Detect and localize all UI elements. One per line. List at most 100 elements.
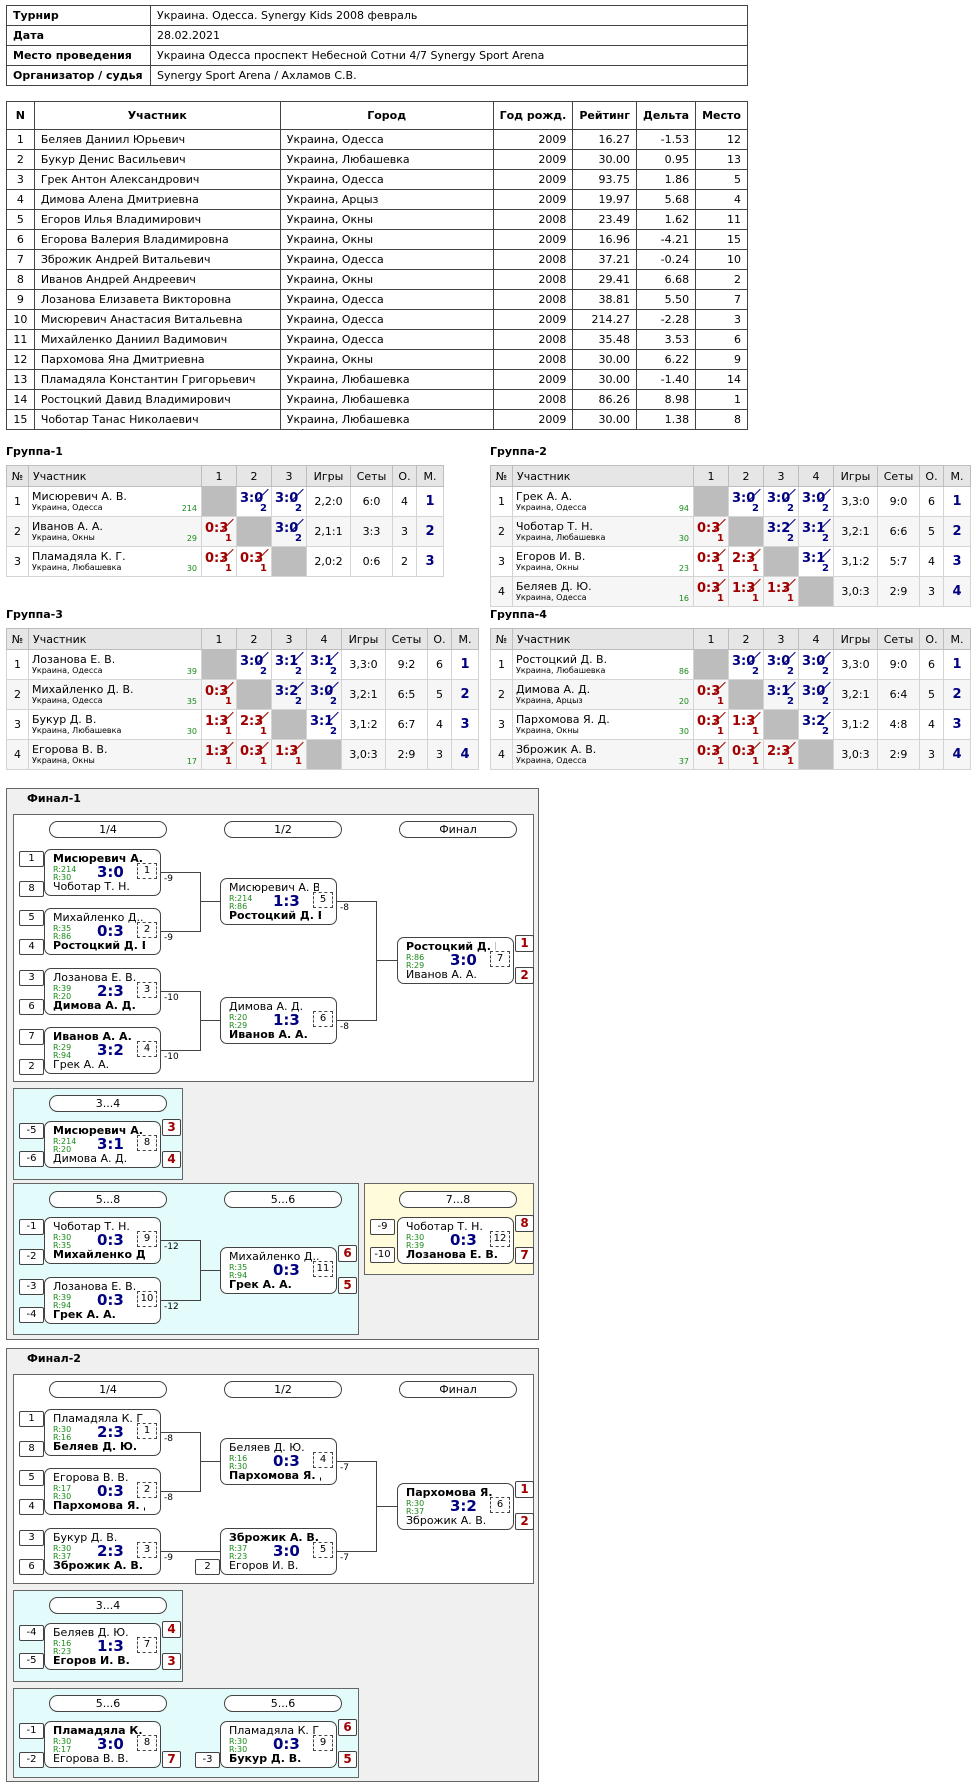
match-score-cell: 1:3 1 (728, 709, 764, 740)
final-place: 1 (515, 1481, 534, 1498)
match-score-cell: 3:2 2 (271, 679, 307, 710)
info-value: 28.02.2021 (150, 25, 748, 46)
round-label: 3...4 (49, 1095, 167, 1112)
match-points: 2 (822, 563, 829, 574)
group-column-header: 1 (201, 628, 237, 650)
match-score-cell: 0:3 1 (236, 546, 272, 577)
group-player-cell: Букур Д. В. Украина, Любашевка 30 (28, 709, 202, 740)
group-row: 2 Чоботар Т. Н. Украина, Любашевка 30 0:3 1 3:… (490, 516, 971, 547)
participant-cell: -4.21 (636, 229, 697, 250)
group-column-header: О. (919, 465, 944, 487)
group-player-cell: Егорова В. В. Украина, Окны 17 (28, 739, 202, 770)
bracket-line (337, 1020, 377, 1021)
bracket-line (200, 1020, 220, 1021)
participant-cell: 12 (695, 129, 748, 150)
group-row: 2 Михайленко Д. В. Украина, Одесса 35 0:3 1 3:… (6, 679, 479, 710)
match-score-cell: 0:3 1 (728, 739, 764, 770)
group-games: 3,1:2 (341, 709, 386, 740)
group-games: 2,0:2 (306, 546, 351, 577)
participant-row: 6 Егорова Валерия Владимировна Украина, Ок… (6, 229, 748, 250)
group-column-header: М. (943, 628, 971, 650)
player-rating: 39 (186, 667, 197, 676)
participant-cell: Украина, Арцыз (279, 189, 494, 210)
group-place: 1 (943, 649, 971, 680)
group-points: 4 (392, 486, 417, 517)
match-score-cell: 3:0 2 (763, 649, 799, 680)
group-games: 3,1:2 (833, 709, 878, 740)
participant-cell: 8.98 (636, 389, 697, 410)
match-player-bottom: Грек А. А. (53, 1059, 110, 1071)
player-name: Зброжик А. В. (516, 743, 597, 756)
match-score: 0:3 (450, 1231, 477, 1249)
group-place: 2 (451, 679, 479, 710)
match-number: 6 (490, 1497, 510, 1513)
info-label: Организатор / судья (6, 65, 151, 86)
match-ratings: R:39 R:20 (53, 985, 71, 1001)
match-player-bottom: Лозанова Е. В. (406, 1249, 498, 1261)
match-score-cell: 0:3 1 (693, 516, 729, 547)
final-place: 7 (515, 1247, 534, 1264)
bracket-line (337, 1551, 377, 1552)
participant-cell: 29.41 (572, 269, 638, 290)
participant-row: 15 Чоботар Танас Николаевич Украина, Любаш… (6, 409, 748, 430)
group-points: 6 (427, 649, 452, 680)
group-player-cell: Егоров И. В. Украина, Окны 23 (512, 546, 694, 577)
group-header: № Участник 1 2 3 4 Игры Сеты О. М. (490, 465, 971, 487)
info-row: Турнир Украина. Одесса. Synergy Kids 2008… (6, 5, 748, 26)
participant-cell: 30.00 (572, 369, 638, 390)
participant-cell: 10 (6, 309, 35, 330)
participant-row: 9 Лозанова Елизавета Викторовна Украина, О… (6, 289, 748, 310)
group-column-header: М. (943, 465, 971, 487)
participant-cell: Мисюревич Анастасия Витальевна (33, 309, 281, 330)
final-title: Финал-2 (27, 1352, 81, 1365)
match-player-bottom: Пархомова Я. Д. (229, 1470, 321, 1482)
group-column-header: Игры (306, 465, 351, 487)
group-column-header: 2 (728, 465, 764, 487)
match-score-cell: 0:3 1 (693, 546, 729, 577)
match-score-cell: 3:0 2 (271, 486, 307, 517)
group-sets: 0:6 (350, 546, 393, 577)
final-place: 4 (162, 1151, 181, 1168)
round-label: 5...6 (224, 1695, 342, 1712)
match-score-cell: 1:3 1 (201, 739, 237, 770)
round-label: 1/4 (49, 821, 167, 838)
participant-cell: 10 (695, 249, 748, 270)
match-score-cell: 3:2 2 (763, 516, 799, 547)
bracket-line (161, 1300, 201, 1301)
match-player-bottom: Беляев Д. Ю. (53, 1441, 138, 1453)
seed-number: 4 (19, 1499, 44, 1515)
group-row-number: 4 (490, 576, 513, 607)
player-name: Пламадяла К. Г. (32, 550, 126, 563)
group-place: 1 (451, 649, 479, 680)
group-sets: 2:9 (385, 739, 428, 770)
participant-cell: Пархомова Яна Дмитриевна (33, 349, 281, 370)
match-number: 9 (137, 1231, 157, 1247)
group-column-header: Сеты (385, 628, 428, 650)
match-points: 2 (822, 696, 829, 707)
loser-destination: -10 (164, 1052, 179, 1062)
group-row-number: 3 (6, 709, 29, 740)
group-row: 4 Зброжик А. В. Украина, Одесса 37 0:3 1 0:3 1 2… (490, 739, 971, 770)
participant-cell: 1.86 (636, 169, 697, 190)
group-column-header: 4 (798, 465, 834, 487)
group-games: 3,0:3 (341, 739, 386, 770)
seed-number: 8 (19, 1441, 44, 1457)
loser-destination: -9 (164, 1553, 173, 1563)
match-points: 2 (260, 666, 267, 677)
self-cell (763, 546, 799, 577)
loser-destination: -9 (164, 933, 173, 943)
participant-cell: 2008 (492, 349, 574, 370)
seed-number: 6 (19, 999, 44, 1015)
group-row: 1 Ростоцкий Д. В. Украина, Любашевка 86 3:0 2… (490, 649, 971, 680)
group-points: 4 (919, 546, 944, 577)
match-points: 2 (295, 533, 302, 544)
player-rating: 30 (186, 727, 197, 736)
group-player-cell: Лозанова Е. В. Украина, Одесса 39 (28, 649, 202, 680)
info-row: Дата 28.02.2021 (6, 25, 748, 46)
player-city: Украина, Одесса (32, 503, 103, 512)
match-player-bottom: Грек А. А. (53, 1309, 116, 1321)
seed-number: -2 (19, 1249, 44, 1265)
match-number: 4 (137, 1041, 157, 1057)
match-number: 7 (137, 1637, 157, 1653)
info-label: Турнир (6, 5, 151, 26)
